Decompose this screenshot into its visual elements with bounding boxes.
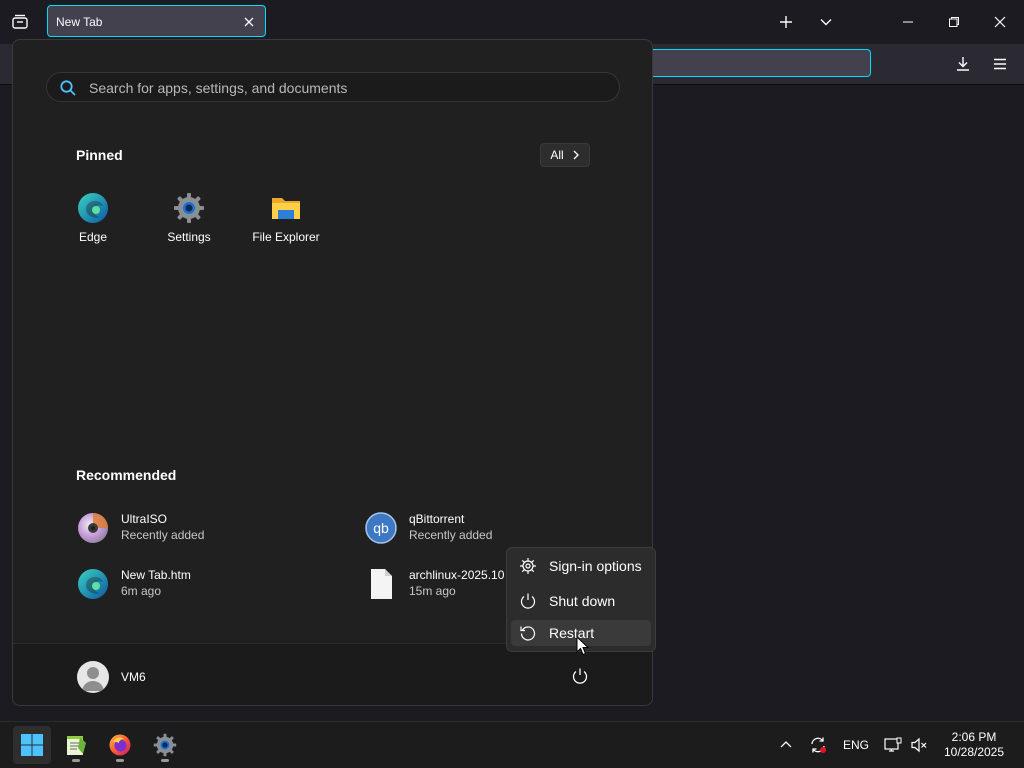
power-icon (520, 593, 536, 609)
system-clock[interactable]: 2:06 PM 10/28/2025 (930, 730, 1018, 760)
chevron-right-icon (573, 150, 579, 160)
taskbar-app-notepad-plus-plus[interactable] (57, 726, 95, 764)
restart-icon (520, 626, 536, 641)
recommended-item-ultraiso[interactable]: UltraISO Recently added (77, 506, 357, 550)
download-icon[interactable] (951, 52, 975, 76)
edge-icon (78, 569, 108, 599)
pinned-label: Edge (78, 230, 108, 244)
recommended-name: qBittorrent (409, 512, 465, 526)
shut-down-item[interactable]: Shut down (511, 588, 651, 614)
pinned-app-edge[interactable]: Edge (48, 192, 138, 262)
mouse-cursor-icon (576, 636, 590, 656)
all-apps-button[interactable]: All (540, 143, 590, 167)
shut-down-label: Shut down (549, 593, 616, 609)
qbittorrent-icon: qb (365, 512, 397, 544)
file-icon (371, 569, 392, 599)
svg-text:qb: qb (373, 520, 389, 536)
start-footer: VM6 (13, 643, 652, 705)
recommended-name: archlinux-2025.10. (409, 568, 505, 582)
disc-icon (78, 513, 108, 543)
running-indicator (161, 759, 169, 762)
close-tab-icon[interactable] (239, 12, 259, 32)
search-input[interactable] (87, 76, 611, 100)
close-window-icon[interactable] (984, 6, 1016, 38)
gear-icon (520, 558, 536, 574)
chevron-down-icon[interactable] (810, 6, 842, 38)
show-hidden-icons-chevron-up-icon[interactable] (776, 734, 796, 756)
sign-in-options-label: Sign-in options (549, 558, 642, 574)
pinned-label: Settings (167, 230, 211, 244)
taskbar-app-settings[interactable] (146, 726, 184, 764)
clock-time: 2:06 PM (951, 730, 997, 744)
pinned-app-settings[interactable]: Settings (144, 192, 234, 262)
browser-titlebar: New Tab (0, 0, 1024, 44)
avatar[interactable] (77, 661, 109, 693)
search-icon (60, 80, 76, 96)
settings-gear-icon (174, 193, 204, 223)
hamburger-menu-icon[interactable] (988, 52, 1012, 76)
url-bar[interactable] (640, 49, 871, 77)
taskbar-app-firefox[interactable] (101, 726, 139, 764)
pinned-label: File Explorer (252, 230, 320, 244)
running-indicator (72, 759, 80, 762)
pinned-app-file-explorer[interactable]: File Explorer (241, 192, 331, 262)
tab-list-icon[interactable] (8, 10, 32, 34)
tab-title: New Tab (56, 15, 103, 29)
recommended-item-qbittorrent[interactable]: qb qBittorrent Recently added (365, 506, 645, 550)
recommended-detail: 15m ago (409, 584, 456, 598)
network-icon[interactable] (883, 734, 903, 756)
edge-icon (78, 193, 108, 223)
tab-new-tab[interactable]: New Tab (47, 5, 266, 37)
taskbar: ENG 2:06 PM 10/28/2025 (0, 721, 1024, 768)
notepad-icon (67, 736, 86, 755)
settings-gear-icon (153, 733, 177, 757)
windows-logo-icon (21, 734, 43, 756)
search-box[interactable] (46, 72, 620, 102)
recommended-detail: Recently added (409, 528, 493, 542)
restore-icon[interactable] (938, 6, 970, 38)
recommended-name: New Tab.htm (121, 568, 191, 582)
start-button[interactable] (13, 726, 51, 764)
user-icon (82, 667, 104, 691)
recommended-detail: 6m ago (121, 584, 162, 598)
volume-muted-icon[interactable] (909, 734, 929, 756)
firefox-icon (109, 734, 131, 756)
user-name: VM6 (121, 670, 146, 684)
power-button[interactable] (568, 664, 592, 688)
all-apps-label: All (550, 148, 564, 162)
recommended-item-new-tab-htm[interactable]: New Tab.htm 6m ago (77, 562, 357, 606)
recommended-title: Recommended (76, 467, 177, 483)
recommended-item-archlinux[interactable]: archlinux-2025.10. 15m ago (365, 562, 505, 606)
new-tab-plus-icon[interactable] (770, 6, 802, 38)
recommended-detail: Recently added (121, 528, 205, 542)
clock-date: 10/28/2025 (943, 745, 1005, 759)
pinned-title: Pinned (76, 147, 123, 163)
folder-icon (272, 198, 300, 219)
language-indicator[interactable]: ENG (840, 734, 872, 756)
running-indicator (116, 759, 124, 762)
sync-update-icon[interactable] (807, 734, 829, 756)
sign-in-options-item[interactable]: Sign-in options (511, 553, 651, 579)
minimize-icon[interactable] (892, 6, 924, 38)
recommended-name: UltraISO (121, 512, 168, 526)
power-icon (572, 668, 588, 684)
